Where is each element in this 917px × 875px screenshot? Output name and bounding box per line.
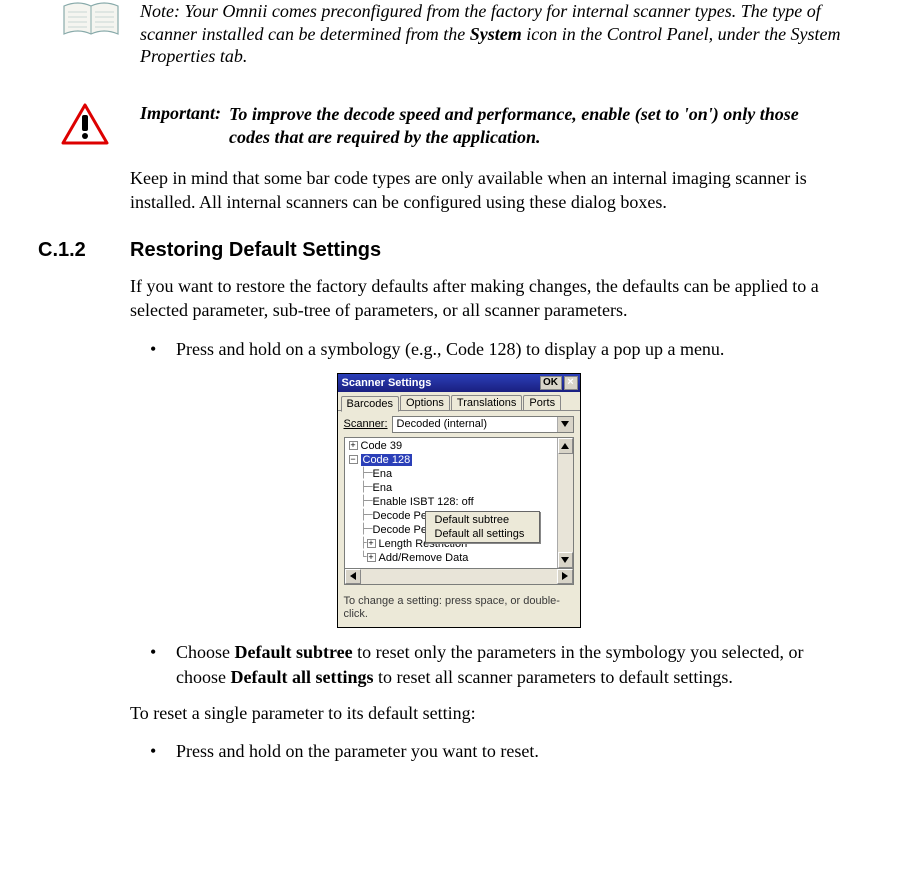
scroll-down-icon[interactable] (558, 552, 573, 568)
bullet-marker: • (150, 640, 176, 689)
tab-translations[interactable]: Translations (451, 395, 523, 410)
paragraph-reset-single: To reset a single parameter to its defau… (130, 701, 857, 725)
tree-selected-code128[interactable]: Code 128 (361, 454, 413, 466)
scanner-select[interactable]: Decoded (internal) (392, 416, 574, 433)
bullet-marker: • (150, 739, 176, 763)
bullet-marker: • (150, 337, 176, 361)
expand-icon[interactable]: + (367, 539, 376, 548)
ok-button[interactable]: OK (540, 376, 562, 390)
symbology-tree[interactable]: +Code 39 −Code 128 ├─Ena ├─Ena ├─Enable … (345, 438, 557, 568)
warning-icon (60, 103, 122, 151)
hint-text: To change a setting: press space, or dou… (338, 590, 580, 627)
titlebar: Scanner Settings OK × (338, 374, 580, 392)
collapse-icon[interactable]: − (349, 455, 358, 464)
book-icon (60, 0, 122, 42)
tab-barcodes[interactable]: Barcodes (341, 396, 399, 412)
expand-icon[interactable]: + (367, 553, 376, 562)
scanner-label: Scanner: (344, 418, 388, 430)
vertical-scrollbar[interactable] (557, 438, 573, 568)
horizontal-scrollbar[interactable] (344, 569, 574, 585)
menu-default-subtree[interactable]: Default subtree (427, 513, 539, 527)
tab-bar: Barcodes Options Translations Ports (338, 392, 580, 411)
chevron-down-icon[interactable] (557, 417, 573, 432)
section-heading: C.1.2 Restoring Default Settings (30, 239, 887, 262)
note-prefix: Note: (140, 1, 180, 21)
expand-icon[interactable]: + (349, 441, 358, 450)
close-icon[interactable]: × (564, 376, 578, 390)
bullet-press-hold: Press and hold on a symbology (e.g., Cod… (176, 337, 857, 361)
context-menu: Default subtree Default all settings (425, 511, 541, 543)
note-text: Note: Your Omnii comes preconfigured fro… (140, 0, 887, 68)
scanner-select-value: Decoded (internal) (393, 418, 557, 430)
important-text: To improve the decode speed and performa… (229, 103, 887, 150)
scroll-up-icon[interactable] (558, 438, 573, 454)
scroll-left-icon[interactable] (345, 569, 361, 584)
bullet-choose-default: Choose Default subtree to reset only the… (176, 640, 857, 689)
menu-default-all[interactable]: Default all settings (427, 527, 539, 541)
paragraph-restore: If you want to restore the factory defau… (130, 274, 857, 323)
section-number: C.1.2 (30, 239, 130, 262)
important-label: Important: (140, 103, 221, 124)
paragraph-intro: Keep in mind that some bar code types ar… (130, 166, 857, 215)
tab-options[interactable]: Options (400, 395, 450, 410)
window-title: Scanner Settings (342, 377, 538, 389)
bullet-press-hold-param: Press and hold on the parameter you want… (176, 739, 857, 763)
section-title: Restoring Default Settings (130, 239, 381, 262)
scanner-settings-window: Scanner Settings OK × Barcodes Options T… (337, 373, 581, 628)
scroll-right-icon[interactable] (557, 569, 573, 584)
tab-ports[interactable]: Ports (523, 395, 561, 410)
